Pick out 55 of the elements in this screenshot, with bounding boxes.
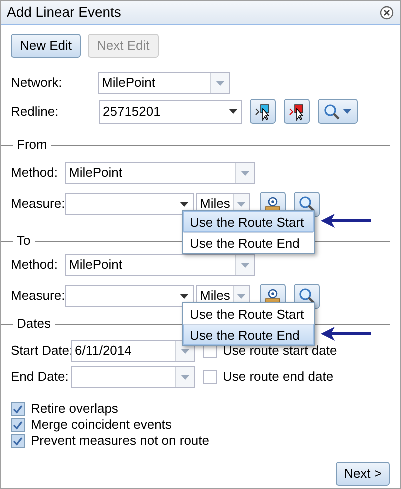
field-label: Method: <box>11 256 59 274</box>
network-dropdown[interactable]: MilePoint <box>98 72 230 94</box>
section-legend: To <box>13 231 35 251</box>
caret-icon <box>237 294 246 298</box>
tool-button[interactable] <box>284 99 310 124</box>
caret-icon <box>343 109 352 114</box>
field-label: Start Date: <box>11 342 71 360</box>
checkbox[interactable] <box>203 370 217 384</box>
section-legend: From <box>13 135 52 155</box>
pointer-arrow <box>321 327 371 341</box>
caret-icon <box>180 374 190 380</box>
date-field[interactable]: 6/11/2014 <box>71 340 195 362</box>
next-button[interactable]: Next > <box>336 462 390 486</box>
field-label: Measure: <box>11 195 65 214</box>
pointer-flag-icon <box>254 102 272 120</box>
caret-icon <box>240 262 250 268</box>
measure-field[interactable] <box>65 193 194 215</box>
method-dropdown[interactable]: MilePoint <box>65 162 255 184</box>
caret-icon <box>240 170 250 176</box>
menu-item[interactable]: Use the Route End <box>183 232 314 253</box>
menu-item[interactable]: Use the Route Start <box>183 211 314 232</box>
checkbox-label: Use route start date <box>223 342 338 360</box>
search-icon <box>324 104 340 120</box>
field-label: Network: <box>11 74 64 92</box>
window-title: Add Linear Events <box>7 3 122 22</box>
caret-icon <box>180 202 189 206</box>
checkbox[interactable] <box>11 434 25 448</box>
caret-icon <box>180 294 189 298</box>
measure-field[interactable] <box>65 285 194 307</box>
section-legend: Dates <box>13 314 55 334</box>
pointer-flag-icon <box>288 102 306 120</box>
tool-button[interactable] <box>250 99 276 124</box>
field-label: Method: <box>11 164 59 182</box>
caret-icon <box>180 348 190 354</box>
checkbox-label: Prevent measures not on route <box>31 432 210 450</box>
field-label: Measure: <box>11 287 65 306</box>
search-icon <box>299 288 315 304</box>
checkbox[interactable] <box>11 402 25 416</box>
menu-item[interactable]: Use the Route End <box>183 324 314 345</box>
checkbox-label: Use route end date <box>223 368 334 386</box>
close-icon[interactable] <box>380 6 394 20</box>
checkbox[interactable] <box>11 418 25 432</box>
pointer-arrow <box>321 214 371 228</box>
search-icon <box>299 196 315 212</box>
redline-dropdown[interactable]: 25715201 <box>99 100 242 124</box>
method-dropdown[interactable]: MilePoint <box>65 254 255 276</box>
date-field[interactable] <box>71 366 195 388</box>
field-label: End Date: <box>11 368 70 386</box>
caret-icon <box>216 80 224 86</box>
checkbox-label: Merge coincident events <box>31 416 172 434</box>
field-label: Redline: <box>11 102 60 121</box>
toolbar-button[interactable]: New Edit <box>11 34 82 58</box>
checkbox-label: Retire overlaps <box>31 400 118 418</box>
caret-icon <box>229 109 238 114</box>
caret-icon <box>237 202 246 206</box>
